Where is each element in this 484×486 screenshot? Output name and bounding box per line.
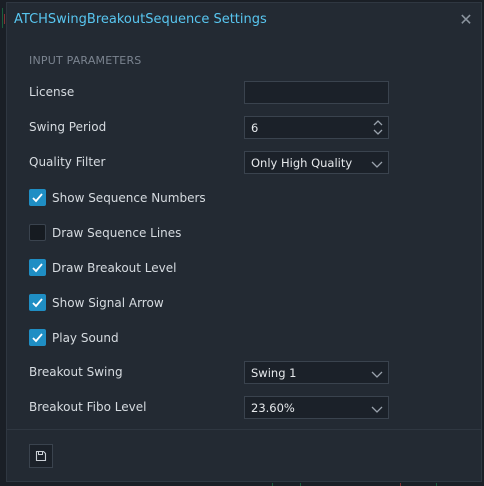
breakout-fibo-level-label: Breakout Fibo Level	[29, 400, 147, 414]
checkmark-icon	[32, 263, 43, 273]
show-sequence-numbers-label: Show Sequence Numbers	[52, 191, 206, 205]
show-signal-arrow-label: Show Signal Arrow	[52, 296, 164, 310]
section-label: INPUT PARAMETERS	[29, 54, 142, 67]
save-button[interactable]	[29, 444, 53, 468]
license-label: License	[29, 85, 75, 99]
checkmark-icon	[32, 298, 43, 308]
checkmark-icon	[32, 333, 43, 343]
breakout-fibo-level-select[interactable]: 23.60%	[244, 396, 389, 419]
dialog-titlebar[interactable]: ATCHSwingBreakoutSequence Settings ✕	[7, 3, 481, 39]
quality-filter-select[interactable]: Only High Quality	[244, 151, 389, 174]
draw-sequence-lines-label: Draw Sequence Lines	[52, 226, 182, 240]
checkmark-icon	[32, 193, 43, 203]
settings-dialog: ATCHSwingBreakoutSequence Settings ✕ INP…	[6, 2, 482, 482]
spin-arrows-icon[interactable]	[372, 119, 384, 136]
breakout-swing-select[interactable]: Swing 1	[244, 361, 389, 384]
chart-bar	[4, 14, 5, 24]
play-sound-checkbox[interactable]	[29, 329, 46, 346]
play-sound-label: Play Sound	[52, 331, 119, 345]
dialog-title: ATCHSwingBreakoutSequence Settings	[14, 12, 267, 27]
draw-breakout-level-checkbox[interactable]	[29, 259, 46, 276]
chevron-down-icon	[371, 403, 383, 417]
swing-period-stepper[interactable]: 6	[244, 116, 389, 139]
draw-breakout-level-label: Draw Breakout Level	[52, 261, 177, 275]
quality-filter-label: Quality Filter	[29, 155, 106, 169]
chevron-down-icon	[371, 368, 383, 382]
chart-bar	[2, 8, 3, 28]
license-input[interactable]	[244, 81, 389, 104]
footer-divider	[7, 429, 481, 430]
breakout-swing-label: Breakout Swing	[29, 365, 123, 379]
close-icon[interactable]: ✕	[457, 11, 475, 29]
swing-period-label: Swing Period	[29, 120, 107, 134]
show-sequence-numbers-checkbox[interactable]	[29, 189, 46, 206]
draw-sequence-lines-checkbox[interactable]	[29, 224, 46, 241]
show-signal-arrow-checkbox[interactable]	[29, 294, 46, 311]
swing-period-value: 6	[251, 121, 259, 135]
chevron-down-icon	[371, 158, 383, 172]
save-icon	[35, 450, 47, 462]
